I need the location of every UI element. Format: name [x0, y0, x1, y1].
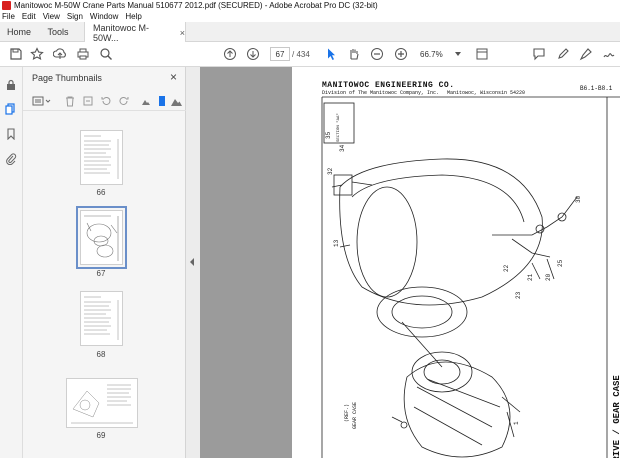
left-navigation-rail: [0, 67, 23, 458]
tab-document[interactable]: Manitowoc M-50W... ×: [84, 22, 186, 43]
highlight-icon[interactable]: [578, 46, 594, 62]
comment-icon[interactable]: [531, 46, 547, 62]
bookmarks-icon[interactable]: [4, 127, 18, 141]
enlarge-thumbnails-icon[interactable]: [169, 94, 182, 107]
document-viewport[interactable]: MANITOWOC ENGINEERING CO. Division of Th…: [200, 67, 620, 458]
delete-page-icon[interactable]: [63, 94, 76, 107]
pen-icon[interactable]: [555, 46, 571, 62]
thumbnail-label-68: 68: [96, 350, 106, 359]
callout-20: 20: [545, 273, 552, 281]
thumbnail-label-69: 69: [96, 431, 106, 440]
tab-tools[interactable]: Tools: [38, 22, 78, 42]
previous-page-icon[interactable]: [222, 46, 238, 62]
zoom-level-dropdown[interactable]: 66.7%: [420, 47, 456, 61]
page-thumbnails-icon[interactable]: [4, 102, 18, 116]
print-icon[interactable]: [75, 46, 91, 62]
thumbnail-page-66[interactable]: [80, 130, 123, 185]
callout-23: 23: [515, 291, 522, 299]
callout-21: 21: [527, 273, 534, 281]
callout-30: 30: [575, 195, 582, 203]
callout-22: 22: [503, 264, 510, 272]
panel-title: Page Thumbnails: [32, 73, 102, 83]
menu-edit[interactable]: Edit: [22, 12, 36, 21]
bookmark-star-icon[interactable]: [29, 46, 45, 62]
collapse-panel-arrow-icon[interactable]: [190, 258, 194, 266]
doc-note-ref: (REF.): [344, 403, 350, 422]
thumbnail-page-67[interactable]: [76, 206, 127, 269]
panel-close-icon[interactable]: ×: [170, 70, 177, 84]
callout-1: 1: [513, 421, 520, 425]
thumbnail-page-67-preview: [84, 215, 119, 261]
save-icon[interactable]: [8, 46, 24, 62]
thumbnail-options-icon[interactable]: [31, 94, 53, 107]
next-page-icon[interactable]: [245, 46, 261, 62]
thumbnail-page-68-preview: [84, 296, 119, 340]
callout-32: 32: [327, 167, 334, 175]
callout-25: 25: [557, 259, 564, 267]
zoom-in-icon[interactable]: [393, 46, 409, 62]
window-title: Manitowoc M-50W Crane Parts Manual 51067…: [14, 1, 378, 10]
page-total: / 434: [292, 50, 310, 59]
insert-page-icon[interactable]: [155, 94, 168, 107]
thumbnail-label-66: 66: [96, 188, 106, 197]
doc-section-label: SECTION "AA": [337, 113, 341, 142]
zoom-search-icon[interactable]: [98, 46, 114, 62]
pdf-page: MANITOWOC ENGINEERING CO. Division of Th…: [292, 67, 620, 458]
menu-window[interactable]: Window: [90, 12, 118, 21]
menu-bar: File Edit View Sign Window Help: [0, 11, 620, 22]
thumbnail-page-68[interactable]: [80, 291, 123, 346]
page-number-input[interactable]: 67: [270, 47, 290, 61]
thumbnail-page-66-preview: [84, 135, 119, 179]
main-toolbar: 67 / 434 66.7%: [0, 42, 620, 67]
rotate-right-icon[interactable]: [117, 94, 130, 107]
tab-document-label: Manitowoc M-50W...: [93, 22, 150, 43]
tab-home[interactable]: Home: [0, 22, 38, 42]
exploded-parts-drawing: 35 34 32 13 21 20 25 30 22 23 1 2: [321, 96, 620, 458]
upload-icon[interactable]: [52, 46, 68, 62]
thumbnail-page-69-preview: [71, 384, 133, 424]
sign-icon[interactable]: [601, 46, 617, 62]
rotate-left-icon[interactable]: [99, 94, 112, 107]
menu-file[interactable]: File: [2, 12, 15, 21]
acrobat-logo-icon: [2, 1, 11, 10]
lock-icon[interactable]: [4, 78, 18, 92]
hand-tool-icon[interactable]: [346, 46, 362, 62]
callout-34: 34: [339, 144, 346, 152]
menu-help[interactable]: Help: [125, 12, 141, 21]
tab-bar: Home Tools Manitowoc M-50W... ×: [0, 22, 620, 43]
zoom-dropdown-caret-icon[interactable]: [455, 52, 461, 56]
menu-view[interactable]: View: [43, 12, 60, 21]
select-cursor-icon[interactable]: [323, 46, 339, 62]
page-view-icon[interactable]: [474, 46, 490, 62]
attachments-icon[interactable]: [4, 152, 18, 166]
thumbnail-page-69[interactable]: [66, 378, 138, 428]
shrink-thumbnails-icon[interactable]: [139, 94, 152, 107]
thumbnail-label-67: 67: [96, 269, 106, 278]
extract-page-icon[interactable]: [81, 94, 94, 107]
zoom-out-icon[interactable]: [369, 46, 385, 62]
doc-side-caption: DRIVE / GEAR CASE: [612, 375, 620, 458]
thumbnail-list: 66 67 68 69: [23, 112, 183, 458]
panel-toolbar: [23, 91, 186, 111]
menu-sign[interactable]: Sign: [67, 12, 83, 21]
callout-35: 35: [325, 131, 332, 139]
tab-close-icon[interactable]: ×: [180, 28, 185, 38]
callout-13: 13: [333, 239, 340, 247]
doc-note-gear-case: GEAR CASE: [352, 401, 358, 429]
title-bar: Manitowoc M-50W Crane Parts Manual 51067…: [0, 0, 620, 11]
page-thumbnails-panel: Page Thumbnails × 66 67 68 69: [23, 67, 207, 458]
